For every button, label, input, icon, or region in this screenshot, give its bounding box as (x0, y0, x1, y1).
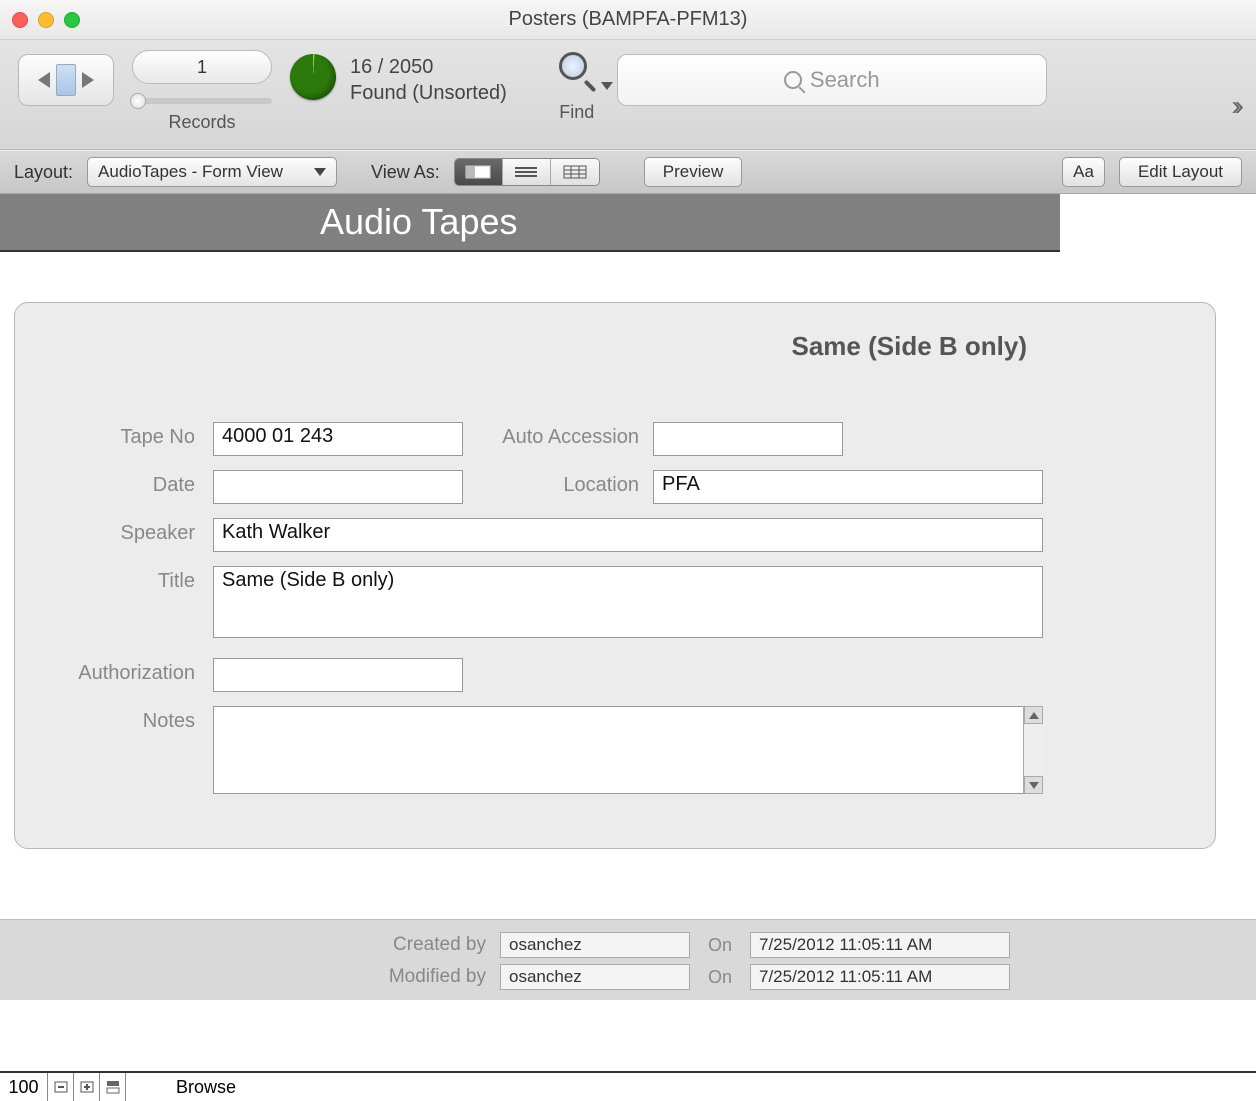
label-created-on: On (690, 935, 750, 956)
view-as-label: View As: (371, 162, 440, 183)
field-auto-accession[interactable] (653, 422, 843, 456)
magnifier-handle-icon (583, 80, 596, 93)
view-form-button[interactable] (455, 159, 503, 185)
formatting-aa-button[interactable]: Aa (1062, 157, 1105, 187)
label-tape-no: Tape No (43, 422, 213, 449)
toolbar: 1 Records 16 / 2050 Found (Unsorted) Fin… (0, 40, 1256, 150)
toolbar-overflow-icon[interactable]: ›› (1231, 90, 1238, 122)
panel-heading: Same (Side B only) (43, 331, 1187, 362)
label-authorization: Authorization (43, 658, 213, 685)
find-label: Find (559, 102, 594, 123)
field-created-by: osanchez (500, 932, 690, 958)
field-notes[interactable] (213, 706, 1043, 794)
field-speaker[interactable]: Kath Walker (213, 518, 1043, 552)
record-number-field[interactable]: 1 (132, 50, 272, 84)
scroll-up-icon[interactable] (1024, 706, 1043, 724)
found-count: 16 / 2050 (350, 54, 507, 80)
prev-record-icon[interactable] (38, 72, 50, 88)
view-table-button[interactable] (551, 159, 599, 185)
view-mode-segmented (454, 158, 600, 186)
view-list-button[interactable] (503, 159, 551, 185)
field-date[interactable] (213, 470, 463, 504)
label-speaker: Speaker (43, 518, 213, 545)
find-button[interactable] (555, 50, 599, 94)
label-title: Title (43, 566, 213, 593)
found-status: Found (Unsorted) (350, 80, 507, 106)
field-tape-no[interactable]: 4000 01 243 (213, 422, 463, 456)
book-spine-icon (56, 64, 76, 96)
search-placeholder: Search (810, 67, 880, 93)
zoom-window-icon[interactable] (64, 12, 80, 28)
records-group: 1 Records (132, 50, 272, 133)
field-modified-by: osanchez (500, 964, 690, 990)
page-title: Audio Tapes (320, 201, 518, 243)
label-notes: Notes (43, 706, 213, 733)
scroll-down-icon[interactable] (1024, 776, 1043, 794)
search-icon (784, 71, 802, 89)
field-created-on: 7/25/2012 11:05:11 AM (750, 932, 1010, 958)
record-body: Same (Side B only) Tape No 4000 01 243 A… (0, 252, 1256, 849)
record-navigator[interactable] (18, 54, 114, 106)
status-mode[interactable]: Browse (126, 1077, 296, 1098)
record-slider[interactable] (132, 98, 272, 104)
pie-chart-icon[interactable] (290, 54, 336, 100)
preview-button[interactable]: Preview (644, 157, 742, 187)
zoom-out-button[interactable] (48, 1073, 74, 1101)
layout-value: AudioTapes - Form View (98, 162, 283, 182)
label-location: Location (463, 470, 653, 497)
record-nav-group (18, 54, 114, 106)
chevron-down-icon (314, 168, 326, 176)
metadata-footer: Created by osanchez On 7/25/2012 11:05:1… (0, 919, 1256, 1000)
label-created-by: Created by (0, 934, 500, 956)
dropdown-caret-icon[interactable] (601, 82, 613, 90)
field-location[interactable]: PFA (653, 470, 1043, 504)
field-title[interactable]: Same (Side B only) (213, 566, 1043, 638)
field-authorization[interactable] (213, 658, 463, 692)
titlebar: Posters (BAMPFA-PFM13) (0, 0, 1256, 40)
status-mode-icon[interactable] (100, 1073, 126, 1101)
found-set-group: 16 / 2050 Found (Unsorted) (290, 54, 507, 106)
label-auto-accession: Auto Accession (463, 422, 653, 449)
field-modified-on: 7/25/2012 11:05:11 AM (750, 964, 1010, 990)
notes-scrollbar[interactable] (1023, 706, 1043, 794)
zoom-in-button[interactable] (74, 1073, 100, 1101)
record-panel: Same (Side B only) Tape No 4000 01 243 A… (14, 302, 1216, 849)
label-date: Date (43, 470, 213, 497)
edit-layout-button[interactable]: Edit Layout (1119, 157, 1242, 187)
window-controls (12, 12, 80, 28)
search-input[interactable]: Search (617, 54, 1047, 106)
records-label: Records (168, 112, 235, 133)
layout-label: Layout: (14, 162, 73, 183)
layout-header: Audio Tapes (0, 194, 1060, 252)
next-record-icon[interactable] (82, 72, 94, 88)
magnifier-icon (559, 52, 587, 80)
minimize-window-icon[interactable] (38, 12, 54, 28)
layout-dropdown[interactable]: AudioTapes - Form View (87, 157, 337, 187)
close-window-icon[interactable] (12, 12, 28, 28)
status-bar: 100 Browse (0, 1071, 1256, 1101)
label-modified-on: On (690, 967, 750, 988)
label-modified-by: Modified by (0, 966, 500, 988)
find-group: Find (555, 50, 599, 123)
slider-thumb-icon[interactable] (130, 93, 146, 109)
zoom-level[interactable]: 100 (0, 1073, 48, 1101)
window-title: Posters (BAMPFA-PFM13) (0, 8, 1256, 31)
layout-bar: Layout: AudioTapes - Form View View As: … (0, 150, 1256, 194)
